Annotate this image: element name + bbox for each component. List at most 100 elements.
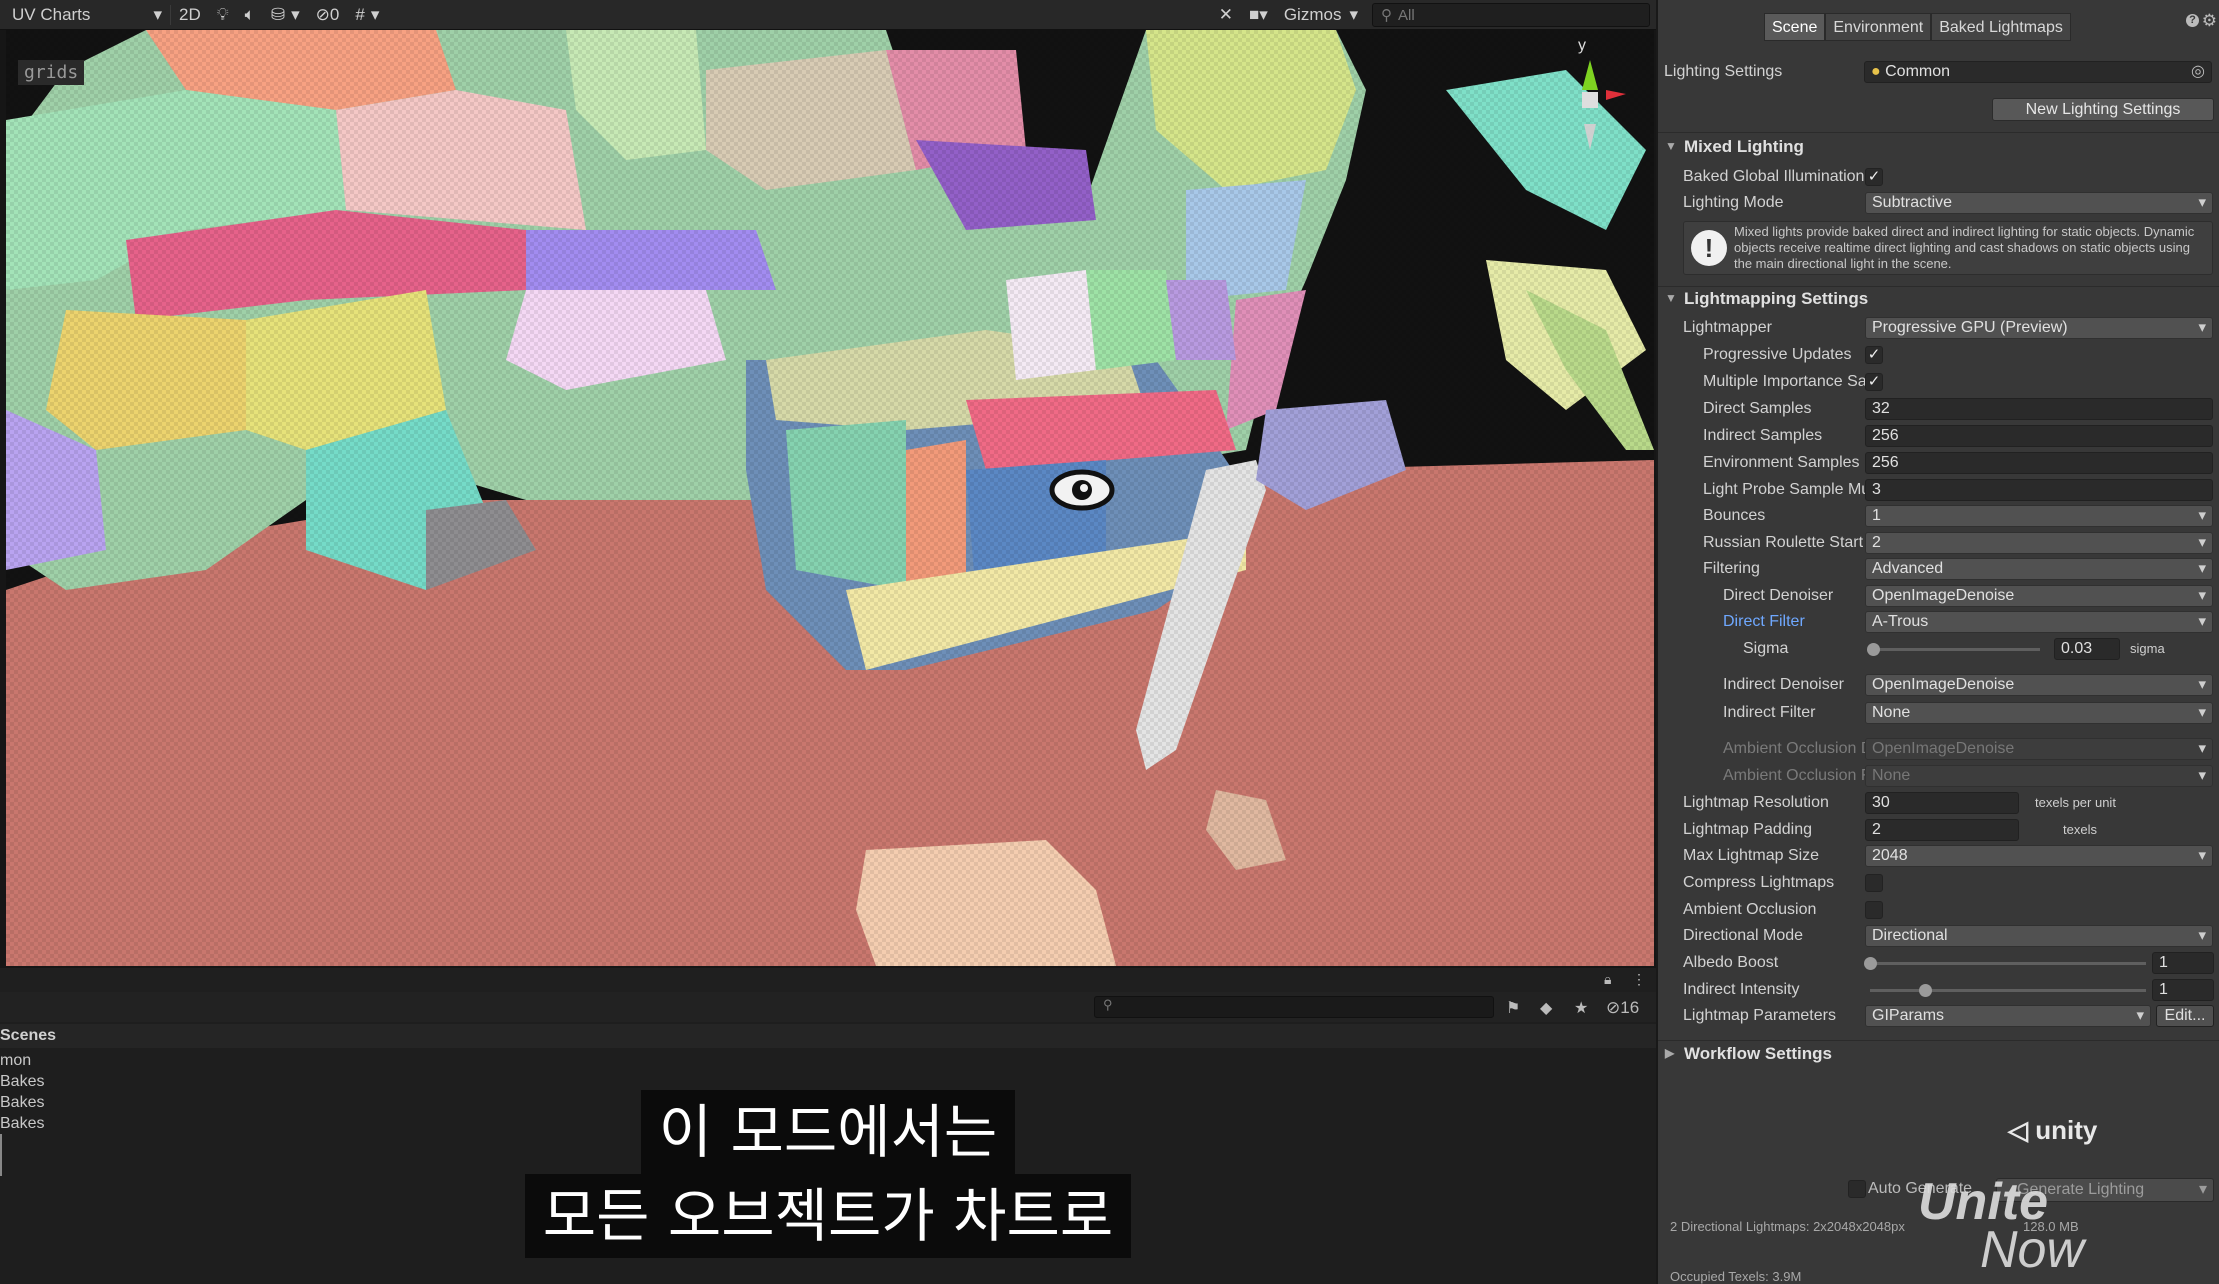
environment-samples-input[interactable]: 256: [1865, 452, 2213, 474]
hidden-objects-counter[interactable]: ⊘16: [1606, 998, 1639, 1018]
mixed-lighting-info-box: ! Mixed lights provide baked direct and …: [1683, 221, 2213, 275]
light-probe-input[interactable]: 3: [1865, 479, 2213, 501]
albedo-boost-slider-track[interactable]: [1870, 962, 2146, 965]
indirect-intensity-slider-track[interactable]: [1870, 989, 2146, 992]
tab-environment[interactable]: Environment: [1825, 13, 1932, 41]
ao-filter-label: Ambient Occlusion Filter: [1723, 767, 1871, 784]
hidden-objects-button[interactable]: ⊘ 0: [308, 0, 348, 30]
object-picker-icon[interactable]: ◎: [2191, 62, 2205, 82]
max-lightmap-size-label: Max Lightmap Size: [1683, 847, 1820, 864]
baked-gi-checkbox[interactable]: ✓: [1865, 168, 1883, 186]
lightmapper-dropdown[interactable]: Progressive GPU (Preview): [1865, 317, 2213, 339]
now-logo-text: Now: [1980, 1221, 2085, 1279]
ao-filter-row: Ambient Occlusion Filter None: [1658, 763, 2219, 789]
lighting-settings-field[interactable]: ● Common ◎: [1864, 61, 2212, 83]
lightmap-parameters-row: Lightmap Parameters GIParams Edit...: [1658, 1003, 2219, 1029]
bounces-label: Bounces: [1703, 507, 1766, 524]
compress-lightmaps-checkbox[interactable]: [1865, 874, 1883, 892]
tag-icon[interactable]: ◆: [1540, 998, 1552, 1018]
multiple-importance-label: Multiple Importance Sampling: [1703, 373, 1865, 390]
unity-editor: UV Charts ▾ 2D 💡︎ 🔈︎ ⛁ ▾ ⊘ 0 # ▾ ✕ ■ ▾ Gizmo…: [0, 0, 2219, 1284]
chevron-down-icon: ▾: [153, 4, 162, 24]
sigma-slider-track[interactable]: [1870, 648, 2040, 651]
new-lighting-settings-button[interactable]: New Lighting Settings: [1992, 98, 2214, 121]
lightmap-padding-label: Lightmap Padding: [1683, 821, 1812, 838]
lighting-mode-row: Lighting Mode Subtractive: [1658, 190, 2219, 216]
scene-viewport[interactable]: y grids: [6, 30, 1654, 966]
camera-button[interactable]: ■ ▾: [1241, 0, 1276, 30]
indirect-samples-input[interactable]: 256: [1865, 425, 2213, 447]
gizmos-dropdown[interactable]: Gizmos ▾: [1276, 0, 1366, 30]
lightmap-resolution-label: Lightmap Resolution: [1683, 794, 1829, 811]
list-item[interactable]: mon: [0, 1050, 44, 1071]
lightmap-stats: 2 Directional Lightmaps: 2x2048x2048px: [1670, 1219, 1905, 1234]
lightmapping-section[interactable]: ▼ Lightmapping Settings: [1658, 286, 2219, 312]
mixed-lighting-title: Mixed Lighting: [1684, 137, 1804, 156]
lighting-toggle-button[interactable]: 💡︎: [209, 0, 237, 30]
lightmapper-label: Lightmapper: [1683, 319, 1772, 336]
sigma-slider-handle[interactable]: [1867, 643, 1881, 656]
direct-samples-input[interactable]: 32: [1865, 398, 2213, 420]
auto-generate-checkbox[interactable]: [1848, 1180, 1866, 1198]
audio-toggle-button[interactable]: 🔈︎: [237, 0, 263, 30]
list-item[interactable]: Bakes: [0, 1071, 44, 1092]
gear-icon[interactable]: ⚙: [2202, 11, 2217, 31]
lightmap-resolution-input[interactable]: 30: [1865, 792, 2019, 814]
2d-label: 2D: [179, 4, 201, 24]
indirect-intensity-row: Indirect Intensity 1: [1658, 977, 2219, 1003]
ambient-occlusion-checkbox[interactable]: [1865, 901, 1883, 919]
star-icon[interactable]: ★: [1574, 998, 1588, 1018]
direct-filter-dropdown[interactable]: A-Trous: [1865, 611, 2213, 633]
ambient-occlusion-row: Ambient Occlusion: [1658, 897, 2219, 923]
eye-gizmo-icon[interactable]: [1049, 469, 1115, 511]
indirect-intensity-input[interactable]: 1: [2152, 979, 2214, 1001]
lighting-settings-value: Common: [1885, 63, 1951, 80]
kebab-menu-icon[interactable]: ⋮: [1632, 971, 1646, 988]
sigma-input[interactable]: 0.03: [2054, 638, 2120, 660]
directional-mode-dropdown[interactable]: Directional: [1865, 925, 2213, 947]
tab-baked-lightmaps[interactable]: Baked Lightmaps: [1931, 13, 2071, 41]
indirect-filter-label: Indirect Filter: [1723, 704, 1816, 721]
help-icon[interactable]: ?: [2186, 14, 2199, 27]
max-lightmap-size-dropdown[interactable]: 2048: [1865, 845, 2213, 867]
albedo-boost-input[interactable]: 1: [2152, 952, 2214, 974]
indirect-intensity-slider-handle[interactable]: [1919, 984, 1933, 997]
lightmap-padding-input[interactable]: 2: [1865, 819, 2019, 841]
lighting-mode-dropdown[interactable]: Subtractive: [1865, 192, 2213, 214]
light-probe-label: Light Probe Sample Multiplier: [1703, 481, 1871, 498]
compress-lightmaps-label: Compress Lightmaps: [1683, 874, 1835, 891]
filter-icon[interactable]: ⚑: [1506, 998, 1520, 1018]
hierarchy-search-input[interactable]: ⚲: [1094, 996, 1494, 1018]
progressive-updates-checkbox[interactable]: ✓: [1865, 346, 1883, 364]
tab-scene[interactable]: Scene: [1764, 13, 1826, 41]
2d-toggle-button[interactable]: 2D: [171, 0, 209, 30]
mixed-lighting-section[interactable]: ▼ Mixed Lighting: [1658, 134, 2219, 160]
direct-denoiser-label: Direct Denoiser: [1723, 587, 1834, 604]
tools-button[interactable]: ✕: [1211, 0, 1241, 30]
bounces-row: Bounces 1: [1658, 503, 2219, 529]
workflow-section[interactable]: ▶ Workflow Settings: [1658, 1041, 2219, 1067]
foldout-open-icon: ▼: [1665, 291, 1677, 305]
search-icon: ⚲: [1381, 7, 1392, 24]
gizmo-y-label: y: [1578, 37, 1586, 54]
albedo-boost-slider-handle[interactable]: [1864, 957, 1877, 970]
indirect-denoiser-dropdown[interactable]: OpenImageDenoise: [1865, 674, 2213, 696]
effects-toggle-button[interactable]: ⛁ ▾: [263, 0, 308, 30]
bounces-dropdown[interactable]: 1: [1865, 505, 2213, 527]
russian-roulette-dropdown[interactable]: 2: [1865, 532, 2213, 554]
scene-toolbar: UV Charts ▾ 2D 💡︎ 🔈︎ ⛁ ▾ ⊘ 0 # ▾ ✕ ■ ▾ Gizmo…: [0, 0, 1656, 30]
lightmapping-title: Lightmapping Settings: [1684, 289, 1869, 308]
direct-denoiser-dropdown[interactable]: OpenImageDenoise: [1865, 585, 2213, 607]
environment-samples-row: Environment Samples 256: [1658, 450, 2219, 476]
filtering-dropdown[interactable]: Advanced: [1865, 558, 2213, 580]
lock-icon[interactable]: 🔒︎: [1604, 971, 1611, 988]
multiple-importance-checkbox[interactable]: ✓: [1865, 373, 1883, 391]
lighting-window-header: Scene Environment Baked Lightmaps ? ⚙: [1658, 0, 2219, 56]
edit-button[interactable]: Edit...: [2156, 1005, 2214, 1027]
lightmap-parameters-dropdown[interactable]: GIParams: [1865, 1005, 2151, 1027]
grid-toggle-button[interactable]: # ▾: [347, 0, 387, 30]
indirect-filter-dropdown[interactable]: None: [1865, 702, 2213, 724]
scene-search-input[interactable]: ⚲ All: [1372, 3, 1650, 27]
baked-gi-row: Baked Global Illumination ✓: [1658, 164, 2219, 190]
draw-mode-dropdown[interactable]: UV Charts ▾: [0, 0, 170, 30]
